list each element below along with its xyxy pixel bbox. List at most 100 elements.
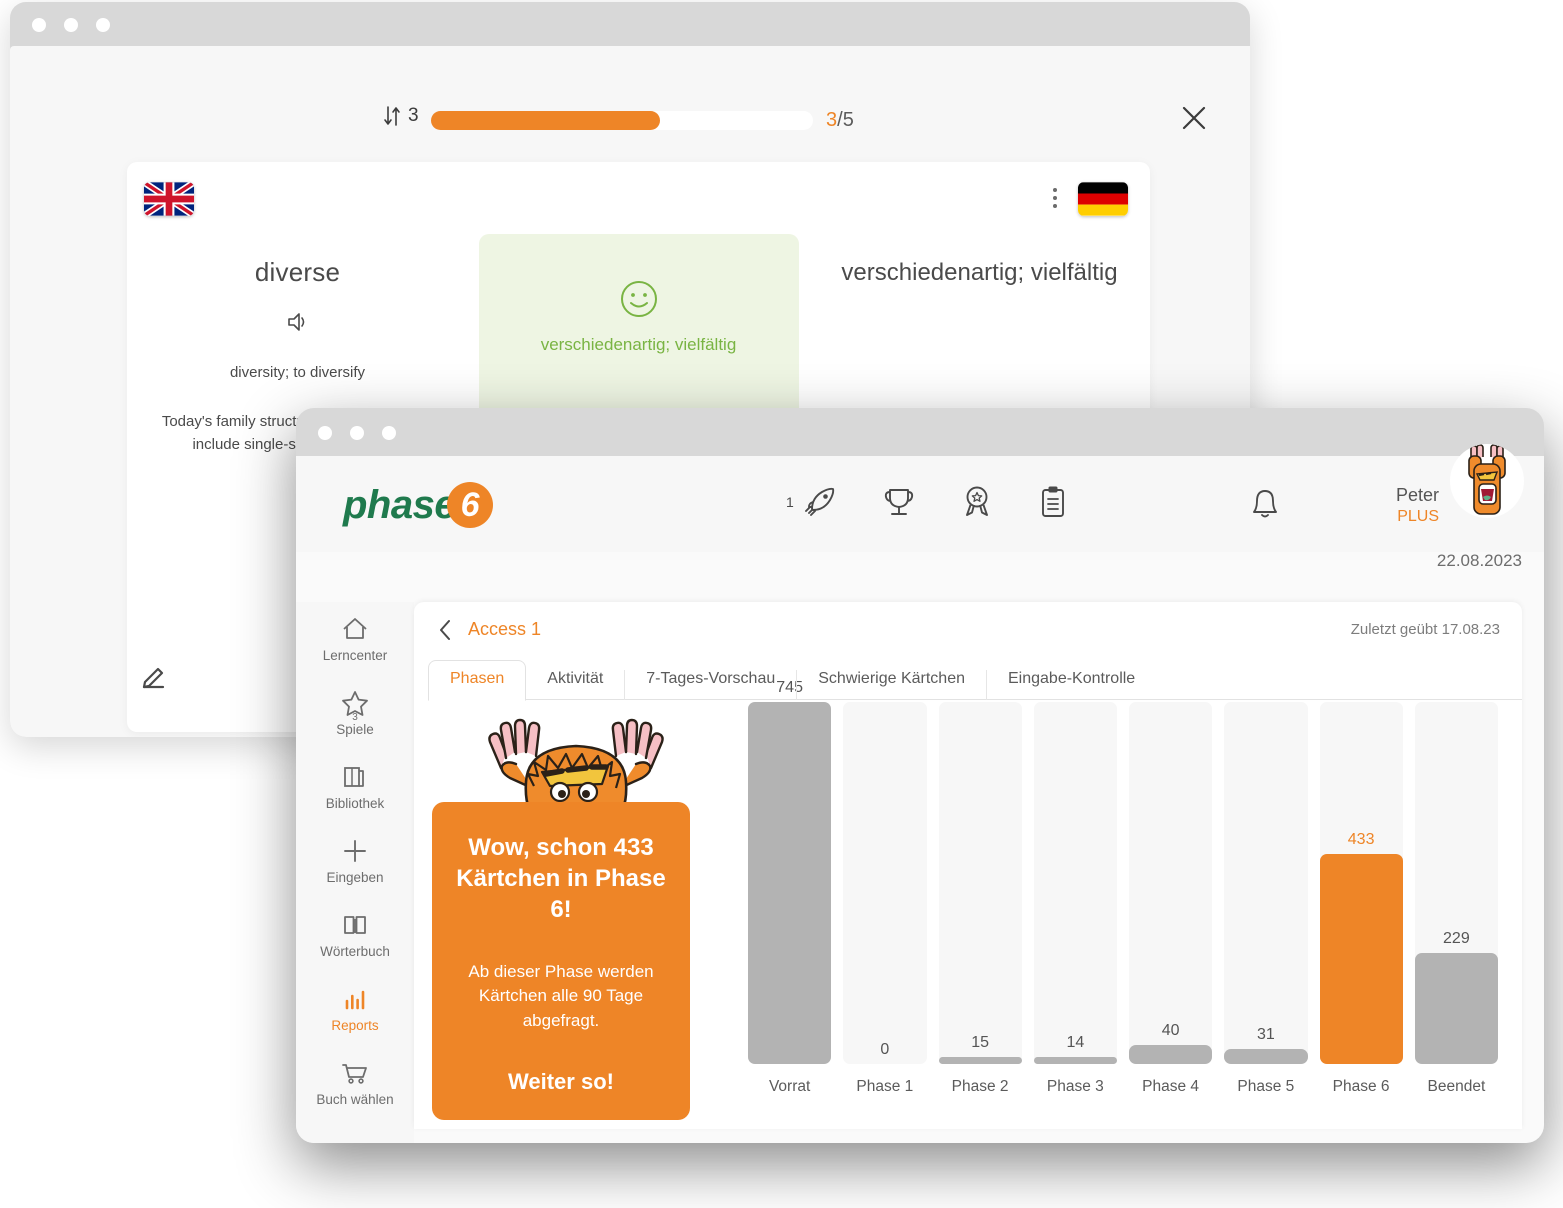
promo-card: Wow, schon 433 Kärtchen in Phase 6! Ab d… [432,802,690,1120]
close-icon[interactable] [1179,103,1209,133]
phase6-logo[interactable]: phase 6 [343,482,494,528]
bar-column[interactable]: 0 Phase 1 [843,702,927,1102]
rocket-badge: 1 [786,494,794,510]
tab-phasen[interactable]: Phasen [428,660,527,701]
trophy-nav-item[interactable] [880,482,918,522]
bar-chart-icon [345,990,365,1009]
sidebar-item-reports[interactable]: Reports [296,972,414,1046]
today-date: 22.08.2023 [1436,551,1522,570]
window-dot-close[interactable] [32,18,46,32]
app-window-body: phase 6 1 Peter PLUS 22.08.2023 Lerncent… [296,444,1544,1143]
bar-value-label: 40 [1161,1022,1180,1039]
bar-value-label: 0 [880,1041,890,1058]
uk-flag [144,182,194,216]
bar-column[interactable]: 15 Phase 2 [938,702,1022,1102]
bar-category-label: Phase 6 [1332,1078,1390,1095]
screenshot-stage: 3 3/5 diverse diversity; to diversify To… [0,0,1563,1208]
shuffle-count: 3 [408,105,419,126]
window-dot-maximize[interactable] [96,18,110,32]
shuffle-indicator[interactable]: 3 [383,104,419,128]
source-term: diverse [254,257,341,287]
bar-value-label: 31 [1256,1026,1275,1043]
tab-aktivitaet[interactable]: Aktivität [526,670,626,700]
window-chrome-flashcard [10,2,1250,46]
bar-column[interactable]: 229 Beendet [1414,702,1498,1102]
bar-value-label: 433 [1347,831,1375,848]
sidebar-label-spiele: Spiele [336,721,374,737]
plus-icon [344,839,366,862]
app-window-dot-close[interactable] [318,426,332,440]
pencil-icon[interactable] [141,662,169,690]
bar-chart-bars: 745 Vorrat 0 Phase 1 15 Phase 2 14 Phase 3 40 Pha… [748,679,1498,1102]
books-icon [344,766,364,787]
notifications-button[interactable] [1246,484,1284,529]
bar-track [1224,702,1308,1064]
bar-fill [1033,1057,1117,1064]
rocket-nav-item[interactable]: 1 [786,482,840,522]
practice-progress-bar-row: 3 3/5 [10,46,1250,131]
promo-cta: Weiter so! [508,1069,614,1095]
bar-column[interactable]: 40 Phase 4 [1129,702,1213,1102]
breadcrumb[interactable]: Access 1 [468,619,541,640]
phases-bar-chart: 745 Vorrat 0 Phase 1 15 Phase 2 14 Phase 3 40 Pha… [748,679,1498,1129]
sidebar: Lerncenter 3 Spiele Bibliothek Eingeben … [296,602,414,1143]
clipboard-icon [1041,486,1064,517]
logo-word: phase [343,483,457,527]
sidebar-label-bibliothek: Bibliothek [325,795,385,811]
kebab-menu-icon[interactable] [1053,188,1057,208]
avatar[interactable] [1450,444,1524,518]
open-book-icon [344,915,366,934]
sidebar-item-bibliothek[interactable]: Bibliothek [296,750,414,824]
user-menu[interactable]: Peter PLUS [1396,484,1439,527]
trophy-icon [884,489,913,515]
bar-category-label: Phase 1 [856,1078,914,1095]
bar-category-label: Vorrat [768,1078,811,1095]
report-tabs: Phasen Aktivität 7-Tages-Vorschau Schwie… [414,658,1522,701]
promo-section: Wow, schon 433 Kärtchen in Phase 6! Ab d… [428,702,718,1129]
sidebar-item-buch-waehlen[interactable]: Buch wählen [296,1046,414,1120]
bar-value-label: 229 [1443,930,1470,947]
sidebar-label-eingeben: Eingeben [326,869,384,885]
sidebar-item-woerterbuch[interactable]: Wörterbuch [296,898,414,972]
phasen-tab-content: Wow, schon 433 Kärtchen in Phase 6! Ab d… [414,679,1522,1129]
bar-column[interactable]: 31 Phase 5 [1224,702,1308,1102]
bar-value-label: 15 [971,1034,990,1051]
bar-track [843,702,927,1064]
bar-column[interactable]: 14 Phase 3 [1033,702,1117,1102]
medal-nav-item[interactable] [958,482,996,522]
sidebar-item-lerncenter[interactable]: Lerncenter [296,602,414,676]
clipboard-nav-item[interactable] [1036,482,1070,522]
progress-fill [431,111,661,130]
sidebar-item-spiele[interactable]: 3 Spiele [296,676,414,750]
bar-category-label: Phase 5 [1237,1078,1295,1095]
chevron-left-icon[interactable] [436,618,454,642]
bar-fill [1319,854,1403,1064]
window-dot-minimize[interactable] [64,18,78,32]
sidebar-label-buch-waehlen: Buch wählen [316,1091,394,1107]
bar-category-label: Phase 3 [1046,1078,1104,1095]
user-name: Peter [1395,485,1439,505]
tab-7-tages-vorschau[interactable]: 7-Tages-Vorschau [625,670,798,700]
bar-fill [938,1057,1022,1064]
bar-category-label: Beendet [1427,1078,1486,1095]
bar-column[interactable]: 745 Vorrat [748,679,832,1102]
sidebar-label-woerterbuch: Wörterbuch [320,943,390,959]
bar-category-label: Phase 4 [1142,1078,1200,1095]
promo-body: Ab dieser Phase werden Kärtchen alle 90 … [468,961,654,1030]
tab-schwierige-kaertchen[interactable]: Schwierige Kärtchen [797,670,987,700]
app-window-dot-maximize[interactable] [382,426,396,440]
tab-eingabe-kontrolle[interactable]: Eingabe-Kontrolle [987,670,1156,700]
promo-headline: Wow, schon 433 Kärtchen in Phase 6! [456,834,666,924]
app-window-dot-minimize[interactable] [350,426,364,440]
progress-track [431,111,813,130]
header-icon-group: 1 [786,482,1070,522]
sort-arrows-icon [384,106,400,126]
bar-track [1033,702,1117,1064]
last-practiced-label: Zuletzt geübt 17.08.23 [1350,621,1500,638]
audio-play-button[interactable] [127,310,468,334]
bar-column[interactable]: 433 Phase 6 [1319,702,1403,1102]
sidebar-item-eingeben[interactable]: Eingeben [296,824,414,898]
user-plan-badge: PLUS [1397,507,1439,525]
correct-answer-text: verschiedenartig; vielfältig [540,335,737,354]
spiele-count-badge: 3 [352,711,358,723]
